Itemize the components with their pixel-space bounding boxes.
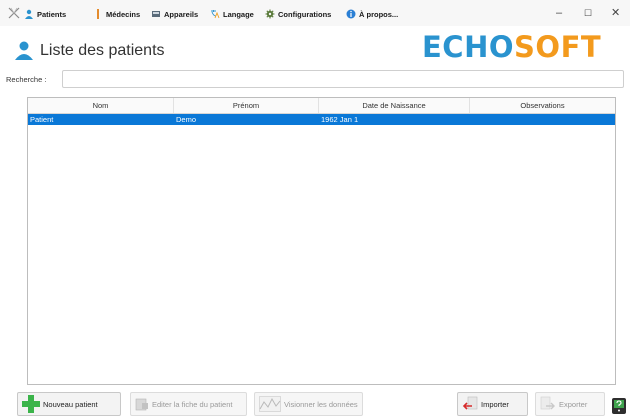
echosoft-logo: ECHOSOFT (422, 30, 601, 64)
cell-observations (470, 114, 615, 125)
search-label: Recherche : (6, 75, 47, 84)
menu-configurations-label: Configurations (278, 9, 332, 19)
edit-patient-label: Editer la fiche du patient (152, 399, 233, 409)
logo-soft-text: SOFT (514, 30, 602, 64)
cell-date-naissance: 1962 Jan 1 (321, 115, 359, 124)
menu-medecins-label: Médecins (106, 9, 141, 19)
cell-nom: Patient (30, 115, 54, 124)
view-data-button[interactable]: Visionner les données (254, 392, 363, 416)
language-icon (211, 10, 220, 19)
logo-echo-text: ECHO (422, 30, 515, 64)
table-row[interactable]: Patient Demo 1962 Jan 1 (28, 114, 615, 125)
menu-langage-label: Langage (223, 9, 254, 19)
doctor-icon (97, 9, 99, 19)
column-header-prenom[interactable]: Prénom (174, 98, 319, 113)
patient-icon (15, 41, 33, 60)
chart-icon (259, 396, 281, 412)
minimize-button[interactable]: – (556, 7, 562, 19)
document-edit-icon (135, 398, 148, 411)
user-icon (25, 9, 33, 19)
import-icon (462, 396, 478, 410)
import-label: Importer (481, 399, 509, 409)
app-logo-icon (8, 7, 20, 19)
menu-a-propos-label: À propos... (359, 9, 399, 19)
plus-icon (22, 395, 40, 413)
menu-appareils-label: Appareils (164, 9, 199, 19)
new-patient-button[interactable]: Nouveau patient (17, 392, 121, 416)
patients-table: Nom Prénom Date de Naissance Observation… (27, 97, 616, 385)
new-patient-label: Nouveau patient (43, 399, 98, 409)
menu-bar: Patients Médecins Appareils Langage Conf… (0, 0, 630, 26)
menu-patients-label: Patients (37, 9, 67, 19)
menu-a-propos[interactable]: À propos... (346, 9, 398, 19)
menu-configurations[interactable]: Configurations (265, 9, 331, 19)
cell-prenom: Demo (176, 115, 197, 124)
device-icon (152, 11, 160, 17)
page-title: Liste des patients (40, 42, 165, 59)
export-icon (540, 396, 555, 410)
gear-icon (265, 9, 275, 19)
export-label: Exporter (559, 399, 588, 409)
help-icon[interactable] (612, 398, 626, 414)
search-input[interactable] (62, 70, 624, 88)
view-data-label: Visionner les données (284, 399, 358, 409)
info-icon (346, 9, 356, 19)
export-button[interactable]: Exporter (535, 392, 605, 416)
edit-patient-button[interactable]: Editer la fiche du patient (130, 392, 247, 416)
maximize-button[interactable]: ☐ (584, 7, 592, 19)
close-button[interactable]: ✕ (611, 7, 620, 19)
menu-langage[interactable]: Langage (210, 9, 254, 19)
column-header-observations[interactable]: Observations (470, 98, 615, 113)
menu-appareils[interactable]: Appareils (151, 9, 198, 19)
import-button[interactable]: Importer (457, 392, 528, 416)
table-header: Nom Prénom Date de Naissance Observation… (28, 98, 615, 114)
column-header-nom[interactable]: Nom (28, 98, 174, 113)
column-header-date-naissance[interactable]: Date de Naissance (319, 98, 470, 113)
menu-medecins[interactable]: Médecins (93, 9, 140, 19)
menu-patients[interactable]: Patients (24, 9, 66, 19)
